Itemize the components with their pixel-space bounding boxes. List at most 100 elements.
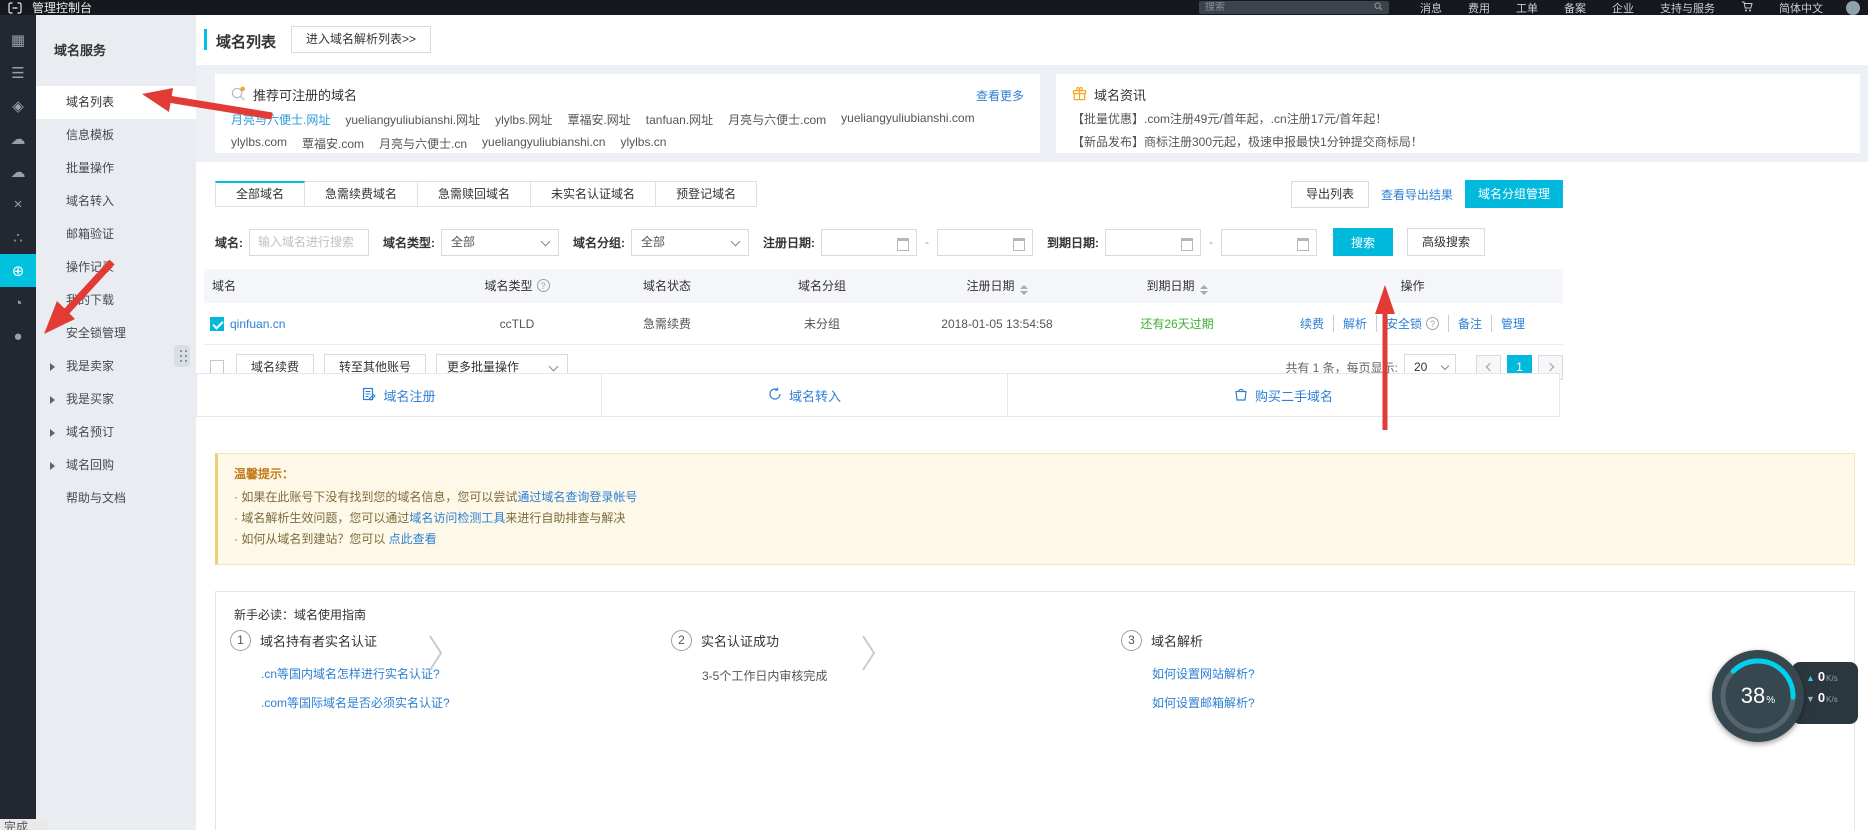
advanced-search-button[interactable]: 高级搜索 [1407,228,1486,256]
topbar-search[interactable] [1199,1,1389,14]
sidebar-item-transfer-in[interactable]: 域名转入 [36,185,196,218]
reg-date-start-input[interactable] [821,228,917,256]
news-card: 域名资讯 【批量优惠】.com注册49元/首年起，.cn注册17元/首年起！ 【… [1056,74,1860,153]
domain-suggestion[interactable]: 月亮与六便士.网址 [231,111,330,128]
domain-suggestion[interactable]: 月亮与六便士.com [728,111,826,128]
sort-icon[interactable] [1019,285,1028,295]
cloud-icon[interactable]: ☁ [0,122,36,155]
domain-suggestion[interactable]: tanfuan.网址 [646,111,713,128]
sidebar-item-email-verify[interactable]: 邮箱验证 [36,218,196,251]
product-list-icon[interactable]: ☰ [0,56,36,89]
domain-suggestion[interactable]: 覃福安.网址 [567,111,630,128]
domain-search-input[interactable] [249,228,369,256]
chevron-right-icon [428,634,444,675]
tab-all-domains[interactable]: 全部域名 [215,181,306,207]
cloud-storage-icon[interactable]: ☁ [0,155,36,188]
buy-secondhand-promo[interactable]: 购买二手域名 [1007,374,1559,416]
guide-link[interactable]: 如何设置网站解析? [1152,665,1255,682]
topbar: 管理控制台 消息 费用 工单 备案 企业 支持与服务 简体中文 [0,0,1868,15]
menu-icp-filing[interactable]: 备案 [1551,0,1599,15]
domain-suggestion[interactable]: yueliangyuliubianshi.cn [482,135,605,152]
group-manage-button[interactable]: 域名分组管理 [1464,180,1563,208]
arrow-down-icon: ▼ [1806,694,1815,704]
remark-link[interactable]: 备注 [1448,315,1482,332]
sort-icon[interactable] [1199,285,1208,295]
sidebar-collapse-handle[interactable] [174,345,190,367]
domain-transfer-promo[interactable]: 域名转入 [601,374,1007,416]
row-checkbox[interactable] [210,316,224,331]
view-export-result-link[interactable]: 查看导出结果 [1381,186,1453,203]
query-login-account-link[interactable]: 通过域名查询登录帐号 [517,490,637,504]
renew-link[interactable]: 续费 [1300,315,1324,332]
view-more-link[interactable]: 查看更多 [976,87,1024,104]
topbar-search-input[interactable] [1205,2,1374,13]
sidebar-item-op-records[interactable]: 操作记录 [36,251,196,284]
menu-billing[interactable]: 费用 [1455,0,1503,15]
avatar[interactable] [1846,0,1860,15]
guide-link[interactable]: 如何设置邮箱解析? [1152,694,1255,711]
sidebar-item-buyer[interactable]: 我是买家 [36,383,196,416]
type-select[interactable]: 全部 [441,228,559,256]
expire-date-end-input[interactable] [1221,228,1317,256]
col-reg-date[interactable]: 注册日期 [902,269,1092,303]
export-list-button[interactable]: 导出列表 [1290,180,1369,208]
dns-check-tool-link[interactable]: 域名访问检测工具 [409,511,505,525]
tab-redeem-urgent[interactable]: 急需赎回域名 [418,181,532,207]
domain-suggestion[interactable]: ylylbs.网址 [495,111,552,128]
domain-suggestion[interactable]: ylylbs.cn [620,135,666,152]
expire-date-start-input[interactable] [1105,228,1201,256]
manage-link[interactable]: 管理 [1491,315,1525,332]
domain-suggestion[interactable]: yueliangyuliubianshi.com [841,111,974,128]
dns-resolve-link[interactable]: 解析 [1332,315,1367,332]
enter-dns-list-button[interactable]: 进入域名解析列表>> [291,26,432,53]
sidebar-item-pre-order[interactable]: 域名预订 [36,416,196,449]
menu-tickets[interactable]: 工单 [1503,0,1551,15]
reg-date-end-input[interactable] [937,228,1033,256]
domain-suggestion[interactable]: yueliangyuliubianshi.网址 [345,111,480,128]
cross-tools-icon[interactable]: × [0,188,36,221]
domain-suggestion[interactable]: 覃福安.com [302,135,364,152]
help-icon[interactable]: ? [536,279,550,292]
sidebar-item-info-template[interactable]: 信息模板 [36,119,196,152]
share-nodes-icon[interactable]: ∴ [0,221,36,254]
click-to-view-link[interactable]: 点此查看 [389,532,437,546]
sidebar-item-help-docs[interactable]: 帮助与文档 [36,482,196,515]
menu-enterprise[interactable]: 企业 [1599,0,1647,15]
search-button[interactable]: 搜索 [1333,228,1393,256]
guide-link[interactable]: .cn等国内域名怎样进行实名认证? [261,665,450,682]
domain-suggestion[interactable]: ylylbs.com [231,135,287,152]
sidebar-item-batch-ops[interactable]: 批量操作 [36,152,196,185]
security-shield-icon[interactable]: ◈ [0,89,36,122]
sidebar-item-security-lock[interactable]: 安全锁管理 [36,317,196,350]
language-switcher[interactable]: 简体中文 [1766,0,1836,15]
apps-grid-icon[interactable]: ▦ [0,23,36,56]
sidebar-item-buyback[interactable]: 域名回购 [36,449,196,482]
select-all-checkbox[interactable] [210,360,224,374]
history-clock-icon[interactable]: ◔ [0,287,36,320]
sidebar-item-my-downloads[interactable]: 我的下载 [36,284,196,317]
tab-unverified[interactable]: 未实名认证域名 [531,181,657,207]
aliyun-logo-icon[interactable] [8,1,22,14]
security-lock-link[interactable]: 安全锁? [1375,315,1439,332]
globe-domain-icon[interactable]: ⊕ [0,254,36,287]
domain-suggestion[interactable]: 月亮与六便士.cn [379,135,467,152]
search-icon[interactable] [1374,1,1383,14]
arrow-up-icon: ▲ [1806,673,1815,683]
promo-band: 推荐可注册的域名 查看更多 月亮与六便士.网址 yueliangyuliubia… [196,65,1868,162]
tab-preregister[interactable]: 预登记域名 [656,181,758,207]
user-circle-icon[interactable]: ● [0,320,36,353]
help-icon[interactable]: ? [1426,317,1439,330]
menu-support[interactable]: 支持与服务 [1647,0,1728,15]
sidebar-item-domain-list[interactable]: 域名列表 [36,86,196,119]
domain-register-promo[interactable]: 域名注册 [197,374,601,416]
guide-link[interactable]: .com等国际域名是否必须实名认证? [261,694,450,711]
group-select[interactable]: 全部 [631,228,749,256]
col-expire-date[interactable]: 到期日期 [1092,269,1262,303]
cart-icon[interactable] [1728,1,1766,15]
tab-renew-urgent[interactable]: 急需续费域名 [305,181,419,207]
domain-link[interactable]: qinfuan.cn [230,317,285,331]
domain-type-cell: ccTLD [499,316,535,331]
type-filter-label: 域名类型: [383,235,435,250]
menu-messages[interactable]: 消息 [1407,0,1455,15]
sidebar-item-seller[interactable]: 我是卖家 [36,350,196,383]
